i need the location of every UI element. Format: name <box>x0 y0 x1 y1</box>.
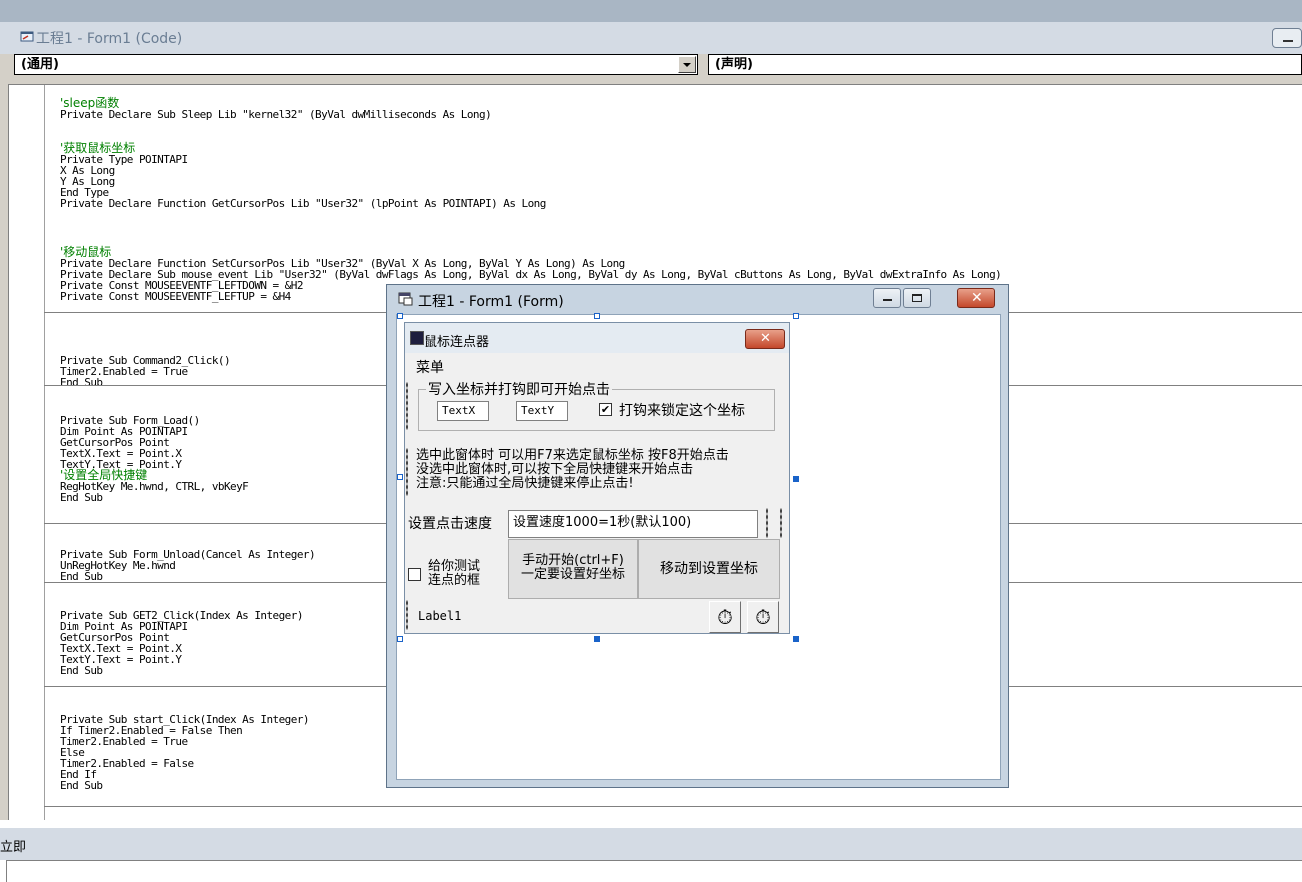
form-window-title: 工程1 - Form1 (Form) <box>418 294 564 310</box>
code-line: Timer2.Enabled = False <box>60 757 194 770</box>
manual-start-label-line1: 手动开始(ctrl+F) <box>522 553 624 568</box>
code-line: X As Long <box>60 164 115 177</box>
close-icon: ✕ <box>971 290 983 306</box>
code-line: End Sub <box>60 664 103 677</box>
immediate-window-title: 立即 <box>0 840 27 855</box>
code-block-sleep: 'sleep函数 Private Declare Sub Sleep Lib "k… <box>60 87 492 121</box>
info-text-line3: 注意:只能通过全局快捷键来停止点击! <box>416 476 634 491</box>
code-window-icon <box>20 31 34 42</box>
code-line: End Sub <box>60 779 103 792</box>
code-block-pointapi: '获取鼠标坐标 Private Type POINTAPI X As Long Y A… <box>60 132 546 209</box>
code-window-restore-button[interactable] <box>1272 28 1302 48</box>
test-area-label-line1: 给你测试 <box>428 559 481 574</box>
code-block-command2: Private Sub Command2_Click() Timer2.Enabl… <box>60 344 231 389</box>
manual-start-button[interactable]: 手动开始(ctrl+F) 一定要设置好坐标 <box>508 539 638 599</box>
code-window-titlebar[interactable] <box>0 22 1302 54</box>
label1: Label1 <box>418 609 462 623</box>
coordinate-frame-caption: 写入坐标并打钩即可开始点击 <box>426 379 612 399</box>
code-line: Timer2.Enabled = True <box>60 735 188 748</box>
designed-form-title: 鼠标连点器 <box>424 335 490 350</box>
grid-dots <box>406 382 408 430</box>
minimize-icon <box>883 299 892 301</box>
manual-start-label-line2: 一定要设置好坐标 <box>520 567 625 582</box>
speed-input[interactable]: 设置速度1000=1秒(默认100) <box>508 510 758 538</box>
code-block-form-unload: Private Sub Form_Unload(Cancel As Intege… <box>60 538 316 583</box>
code-window-title: 工程1 - Form1 (Code) <box>36 31 183 47</box>
resize-handle[interactable] <box>594 636 600 642</box>
lock-coordinate-label: 打钩来锁定这个坐标 <box>619 403 745 419</box>
procedure-separator <box>44 806 1302 807</box>
resize-handle[interactable] <box>397 636 403 642</box>
form-window-icon <box>398 292 413 306</box>
form-window-maximize-button[interactable] <box>903 288 931 308</box>
lock-coordinate-checkbox[interactable]: ✔ <box>599 403 612 416</box>
speed-label: 设置点击速度 <box>408 516 492 532</box>
immediate-window-input[interactable] <box>6 860 1302 882</box>
grid-dots <box>766 508 768 538</box>
menu-item[interactable]: 菜单 <box>416 357 444 377</box>
ide-background <box>0 0 1302 22</box>
info-text-line1: 选中此窗体时 可以用F7来选定鼠标坐标 按F8开始点击 <box>416 448 729 463</box>
close-icon: ✕ <box>760 331 771 346</box>
form-window-close-button[interactable]: ✕ <box>957 288 995 308</box>
code-gutter-line <box>44 85 45 820</box>
move-to-coordinate-button[interactable]: 移动到设置坐标 <box>638 539 780 599</box>
code-block-form-load: Private Sub Form_Load() Dim Point As POIN… <box>60 404 249 504</box>
code-line: Private Type POINTAPI <box>60 153 188 166</box>
code-line: Private Declare Function GetCursorPos Li… <box>60 197 546 210</box>
timer1-stopwatch-icon[interactable]: ⏱ <box>709 601 741 633</box>
maximize-icon <box>912 294 922 302</box>
form-window-minimize-button[interactable] <box>873 288 901 308</box>
code-block-get2: Private Sub GET2_Click(Index As Integer)… <box>60 599 303 676</box>
resize-handle[interactable] <box>594 313 600 319</box>
resize-handle[interactable] <box>397 313 403 319</box>
test-area-label: 给你测试 连点的框 <box>428 560 480 588</box>
textx-input[interactable]: TextX <box>437 401 489 421</box>
procedure-combo[interactable]: (声明) <box>708 54 1302 75</box>
grid-dots <box>406 600 408 630</box>
resize-handle[interactable] <box>397 474 403 480</box>
code-line: Private Declare Sub Sleep Lib "kernel32"… <box>60 108 492 121</box>
grid-dots <box>780 508 782 538</box>
resize-handle[interactable] <box>793 636 799 642</box>
resize-handle[interactable] <box>793 476 799 482</box>
code-line: End Sub <box>60 570 103 583</box>
info-text-line2: 没选中此窗体时,可以按下全局快捷键来开始点击 <box>416 462 694 477</box>
resize-handle[interactable] <box>793 313 799 319</box>
object-combo-dropdown-button[interactable] <box>678 56 696 73</box>
app-icon <box>410 331 424 345</box>
test-area-checkbox[interactable] <box>408 568 421 581</box>
test-area-label-line2: 连点的框 <box>428 573 481 588</box>
grid-dots <box>406 448 408 496</box>
timer2-stopwatch-icon[interactable]: ⏱ <box>747 601 779 633</box>
designed-form-close-button[interactable]: ✕ <box>745 329 785 349</box>
code-line: Y As Long <box>60 175 115 188</box>
code-line: End Sub <box>60 491 103 504</box>
code-block-start-click: Private Sub start_Click(Index As Integer… <box>60 703 310 792</box>
immediate-window-titlebar[interactable] <box>0 828 1302 860</box>
code-line: End Sub <box>60 376 103 389</box>
object-combo[interactable]: (通用) <box>14 54 698 75</box>
texty-input[interactable]: TextY <box>516 401 568 421</box>
